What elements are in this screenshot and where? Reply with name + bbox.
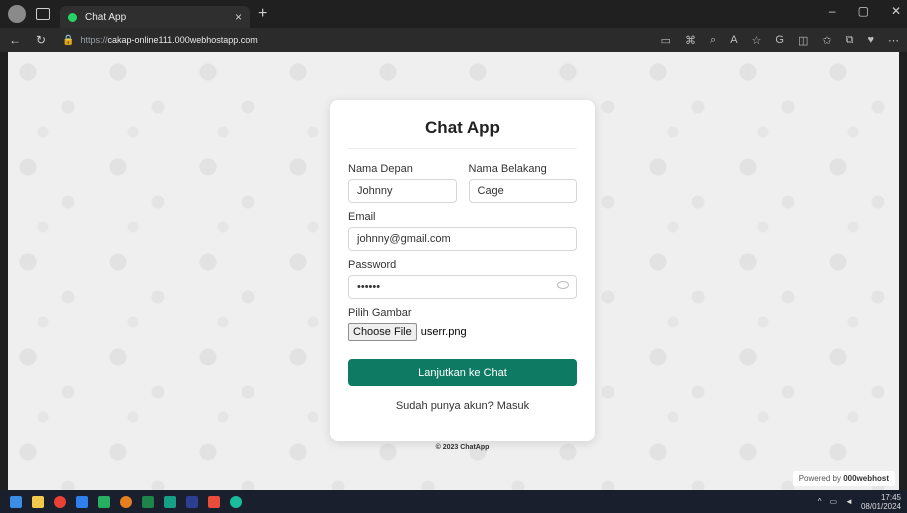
more-icon[interactable]: ⋯ bbox=[888, 34, 899, 47]
favorites-icon[interactable]: ✩ bbox=[822, 34, 831, 47]
last-name-input[interactable]: Cage bbox=[468, 179, 577, 203]
powered-by-brand: 000webhost bbox=[843, 474, 889, 483]
vscode-icon[interactable] bbox=[76, 495, 88, 508]
apps-icon[interactable]: ⌘ bbox=[685, 34, 696, 47]
url-scheme: https:// bbox=[80, 35, 108, 45]
read-aloud-icon[interactable]: A bbox=[730, 34, 737, 47]
clock[interactable]: 17:45 08/01/2024 bbox=[861, 493, 901, 511]
excel-icon[interactable] bbox=[142, 495, 154, 508]
taskbar: ^ ▭ ◄ 17:45 08/01/2024 bbox=[0, 490, 907, 513]
profile-icon[interactable] bbox=[8, 5, 26, 23]
restore-icon[interactable]: ▢ bbox=[858, 4, 869, 18]
image-label: Pilih Gambar bbox=[348, 307, 412, 319]
reader-icon[interactable]: ▭ bbox=[661, 34, 671, 47]
favicon-icon bbox=[68, 12, 77, 22]
extension-icon[interactable]: G bbox=[775, 34, 784, 47]
powered-by-prefix: Powered by bbox=[798, 474, 841, 483]
footer-copyright: © 2023 ChatApp bbox=[435, 444, 490, 451]
signup-card: Chat App Nama Depan Johnny Nama Belakang… bbox=[330, 100, 595, 451]
chrome-icon[interactable] bbox=[54, 495, 66, 508]
signin-link[interactable]: Masuk bbox=[497, 400, 529, 412]
powered-by-badge[interactable]: Powered by 000webhost bbox=[792, 471, 895, 486]
email-input[interactable]: johnny@gmail.com bbox=[348, 227, 577, 251]
favorite-star-icon[interactable]: ☆ bbox=[752, 34, 762, 47]
first-name-label: Nama Depan bbox=[348, 163, 413, 175]
browser-toolbar: ▭ ⌘ ⌕ A ☆ G ◫ ✩ ⧉ ♥ ⋯ bbox=[661, 34, 899, 47]
clock-date: 08/01/2024 bbox=[860, 501, 901, 511]
system-tray: ^ ▭ ◄ 17:45 08/01/2024 bbox=[818, 493, 901, 511]
file-name: userr.png bbox=[420, 326, 467, 338]
app-icon[interactable] bbox=[208, 495, 220, 508]
signin-text: Sudah punya akun? bbox=[395, 400, 494, 412]
continue-to-chat-button[interactable]: Lanjutkan ke Chat bbox=[348, 359, 577, 386]
password-input[interactable]: •••••• bbox=[348, 275, 577, 299]
show-password-icon[interactable] bbox=[557, 281, 569, 289]
copilot-icon[interactable]: ♥ bbox=[867, 34, 874, 47]
page-background: Chat App Nama Depan Johnny Nama Belakang… bbox=[8, 52, 899, 490]
back-icon[interactable]: ← bbox=[4, 33, 26, 47]
network-icon[interactable]: ▭ bbox=[829, 497, 837, 506]
new-tab-button[interactable]: + bbox=[258, 5, 267, 23]
volume-icon[interactable]: ◄ bbox=[845, 497, 853, 506]
start-icon[interactable] bbox=[10, 495, 22, 508]
url-host: cakap-online111.000webhostapp.com bbox=[107, 35, 258, 45]
browser-title-bar: Chat App × + – ▢ ✕ bbox=[0, 0, 907, 28]
page-title: Chat App bbox=[348, 118, 577, 149]
photoshop-icon[interactable] bbox=[186, 495, 198, 508]
file-explorer-icon[interactable] bbox=[32, 495, 44, 508]
tab-actions-icon[interactable] bbox=[36, 8, 50, 20]
last-name-label: Nama Belakang bbox=[468, 163, 547, 175]
app-icon[interactable] bbox=[120, 495, 132, 508]
lock-icon[interactable]: 🔒 bbox=[62, 35, 74, 46]
refresh-icon[interactable]: ↻ bbox=[30, 33, 52, 47]
app-icon[interactable] bbox=[164, 495, 176, 508]
split-screen-icon[interactable]: ◫ bbox=[798, 34, 808, 47]
window-controls: – ▢ ✕ bbox=[829, 4, 901, 18]
url-field[interactable]: 🔒 https:// cakap-online111.000webhostapp… bbox=[62, 35, 258, 46]
chevron-up-icon[interactable]: ^ bbox=[818, 497, 822, 506]
tab-title: Chat App bbox=[85, 11, 127, 23]
minimize-icon[interactable]: – bbox=[829, 4, 836, 18]
edge-icon[interactable] bbox=[230, 495, 242, 508]
email-label: Email bbox=[348, 211, 376, 223]
close-tab-icon[interactable]: × bbox=[235, 10, 242, 24]
signin-prompt: Sudah punya akun? Masuk bbox=[348, 400, 577, 412]
tab-chat-app[interactable]: Chat App × bbox=[60, 6, 250, 28]
password-label: Password bbox=[348, 259, 397, 271]
clock-time: 17:45 bbox=[880, 492, 901, 502]
collections-icon[interactable]: ⧉ bbox=[846, 34, 854, 47]
app-icon[interactable] bbox=[98, 495, 110, 508]
search-icon[interactable]: ⌕ bbox=[710, 34, 716, 47]
address-bar: ← ↻ 🔒 https:// cakap-online111.000webhos… bbox=[0, 28, 907, 52]
first-name-input[interactable]: Johnny bbox=[348, 179, 457, 203]
close-window-icon[interactable]: ✕ bbox=[891, 4, 901, 18]
choose-file-button[interactable]: Choose File bbox=[348, 323, 417, 341]
